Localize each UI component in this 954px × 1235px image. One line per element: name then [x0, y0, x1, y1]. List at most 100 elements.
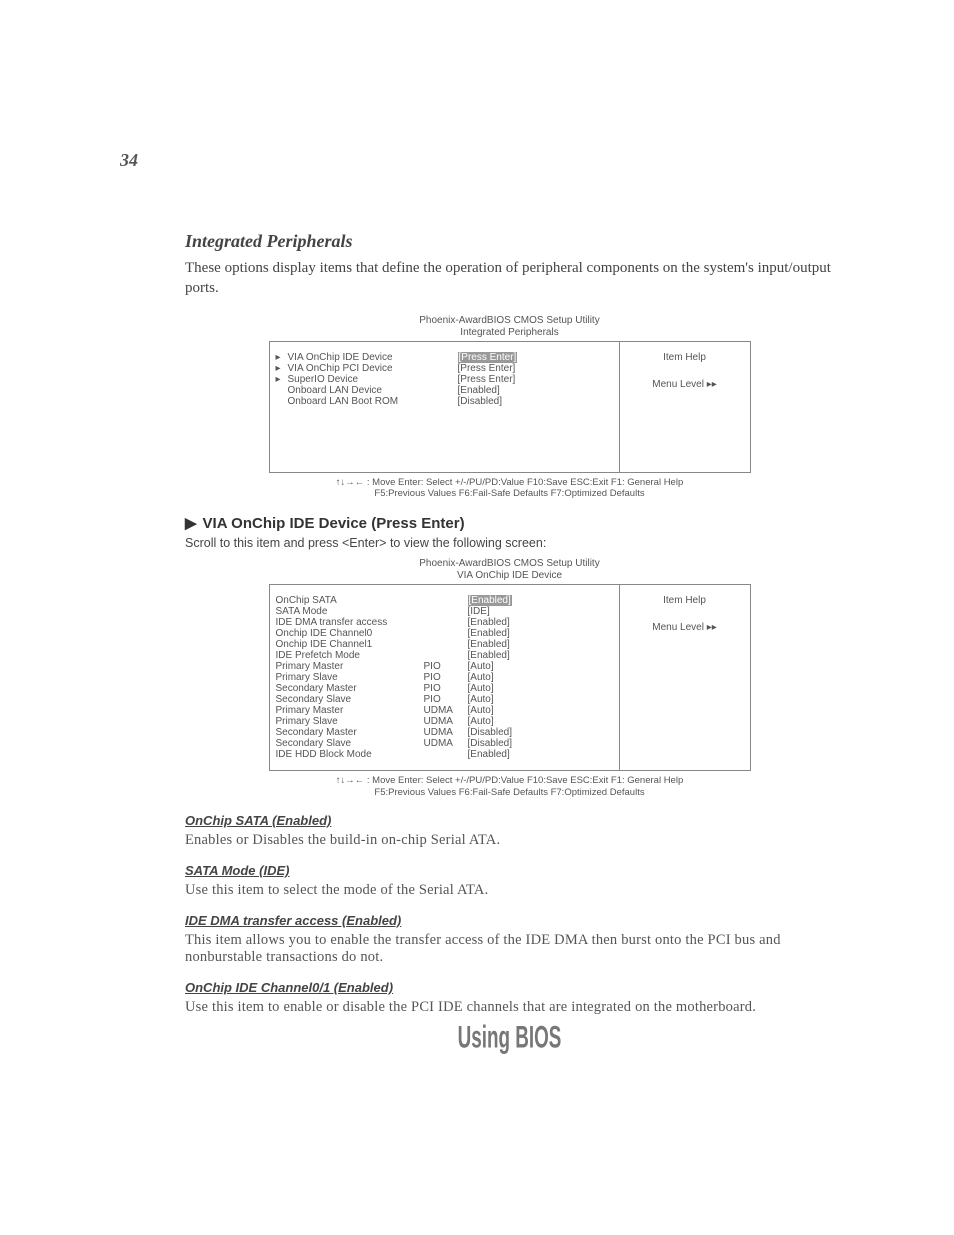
row-label: Onchip IDE Channel0 [276, 628, 424, 639]
row-sublabel [424, 617, 468, 628]
bios1-footer-l2: F5:Previous Values F6:Fail-Safe Defaults… [374, 488, 644, 499]
bios2-row: Secondary MasterUDMA[Disabled] [276, 727, 613, 738]
row-label: Secondary Master [276, 683, 424, 694]
bios2-row: IDE HDD Block Mode [Enabled] [276, 749, 613, 760]
sub-instruction: Scroll to this item and press <Enter> to… [185, 536, 834, 550]
bios1-right: Item Help Menu Level ▸▸ [620, 342, 750, 472]
row-value: [Auto] [468, 683, 494, 694]
triangle-icon: ▶ [185, 514, 197, 532]
option-text: Use this item to select the mode of the … [185, 882, 834, 899]
row-label: Primary Slave [276, 716, 424, 727]
row-value: [Auto] [468, 672, 494, 683]
bios1-row: ▸VIA OnChip IDE Device[Press Enter] [276, 352, 613, 363]
row-label: Primary Slave [276, 672, 424, 683]
row-value: [Enabled] [468, 595, 512, 606]
bios2-row: IDE DMA transfer access[Enabled] [276, 617, 613, 628]
bios2-caption-l1: Phoenix-AwardBIOS CMOS Setup Utility [419, 558, 599, 569]
row-sublabel [424, 639, 468, 650]
bios1-caption-l2: Integrated Peripherals [460, 327, 558, 338]
row-arrow-icon [276, 385, 288, 396]
bios2-row: Primary MasterUDMA[Auto] [276, 705, 613, 716]
row-arrow-icon: ▸ [276, 374, 288, 385]
bios2-box: OnChip SATA[Enabled]SATA Mode[IDE]IDE DM… [269, 584, 751, 771]
row-label: Primary Master [276, 705, 424, 716]
row-label: Onboard LAN Device [288, 385, 458, 396]
bios2-footer-l1: ↑↓→← : Move Enter: Select +/-/PU/PD:Valu… [336, 775, 684, 786]
bios1-row: ▸VIA OnChip PCI Device[Press Enter] [276, 363, 613, 374]
row-sublabel [424, 749, 468, 760]
row-label: SATA Mode [276, 606, 424, 617]
row-sublabel: UDMA [424, 716, 468, 727]
bios1-caption-l1: Phoenix-AwardBIOS CMOS Setup Utility [419, 315, 599, 326]
row-label: IDE HDD Block Mode [276, 749, 424, 760]
row-label: Onboard LAN Boot ROM [288, 396, 458, 407]
option-text: Enables or Disables the build-in on-chip… [185, 832, 834, 849]
bios2-caption: Phoenix-AwardBIOS CMOS Setup Utility VIA… [185, 558, 834, 582]
bios2-left: OnChip SATA[Enabled]SATA Mode[IDE]IDE DM… [270, 585, 620, 770]
row-sublabel: UDMA [424, 738, 468, 749]
bios2-right-title: Item Help [620, 595, 750, 606]
options-list: OnChip SATA (Enabled)Enables or Disables… [185, 813, 834, 1016]
option-text: This item allows you to enable the trans… [185, 932, 834, 966]
bios1-left: ▸VIA OnChip IDE Device[Press Enter]▸VIA … [270, 342, 620, 472]
footer-brand: Using BIOS [243, 1019, 775, 1055]
row-value: [Auto] [468, 705, 494, 716]
row-label: Secondary Slave [276, 694, 424, 705]
row-sublabel [424, 650, 468, 661]
row-label: VIA OnChip IDE Device [288, 352, 458, 363]
section-heading: Integrated Peripherals [185, 231, 834, 252]
row-value: [IDE] [468, 606, 490, 617]
row-label: Secondary Slave [276, 738, 424, 749]
bios1-footer: ↑↓→← : Move Enter: Select +/-/PU/PD:Valu… [270, 477, 750, 501]
bios1-footer-l1: ↑↓→← : Move Enter: Select +/-/PU/PD:Valu… [336, 477, 684, 488]
sub-heading: ▶ VIA OnChip IDE Device (Press Enter) [185, 514, 834, 532]
bios1-caption: Phoenix-AwardBIOS CMOS Setup Utility Int… [185, 315, 834, 339]
sub-heading-text: VIA OnChip IDE Device (Press Enter) [203, 515, 465, 532]
row-label: IDE DMA transfer access [276, 617, 424, 628]
bios2-row: Primary MasterPIO[Auto] [276, 661, 613, 672]
row-sublabel: PIO [424, 661, 468, 672]
row-value: [Enabled] [468, 628, 510, 639]
bios2-right: Item Help Menu Level ▸▸ [620, 585, 750, 770]
row-sublabel: PIO [424, 672, 468, 683]
row-value: [Disabled] [458, 396, 502, 407]
row-label: Onchip IDE Channel1 [276, 639, 424, 650]
row-sublabel [424, 606, 468, 617]
row-sublabel: UDMA [424, 727, 468, 738]
row-sublabel [424, 628, 468, 639]
row-value: [Press Enter] [458, 374, 516, 385]
bios2-right-level: Menu Level ▸▸ [620, 622, 750, 633]
row-label: Primary Master [276, 661, 424, 672]
row-label: Secondary Master [276, 727, 424, 738]
bios2-footer: ↑↓→← : Move Enter: Select +/-/PU/PD:Valu… [270, 775, 750, 799]
row-value: [Auto] [468, 661, 494, 672]
row-sublabel: UDMA [424, 705, 468, 716]
bios2-row: Primary SlavePIO[Auto] [276, 672, 613, 683]
bios2-caption-l2: VIA OnChip IDE Device [457, 570, 562, 581]
option-text: Use this item to enable or disable the P… [185, 999, 834, 1016]
row-sublabel: PIO [424, 694, 468, 705]
bios2-row: Primary SlaveUDMA[Auto] [276, 716, 613, 727]
bios2-row: Onchip IDE Channel1 [Enabled] [276, 639, 613, 650]
content: Integrated Peripherals These options dis… [120, 231, 834, 1051]
row-label: IDE Prefetch Mode [276, 650, 424, 661]
row-value: [Auto] [468, 716, 494, 727]
bios1-row: Onboard LAN Device[Enabled] [276, 385, 613, 396]
section-intro: These options display items that define … [185, 258, 834, 299]
bios2-row: Secondary SlaveUDMA[Disabled] [276, 738, 613, 749]
bios1-box: ▸VIA OnChip IDE Device[Press Enter]▸VIA … [269, 341, 751, 473]
bios1-row: Onboard LAN Boot ROM[Disabled] [276, 396, 613, 407]
row-value: [Enabled] [468, 639, 510, 650]
bios2-footer-l2: F5:Previous Values F6:Fail-Safe Defaults… [374, 787, 644, 798]
row-value: [Disabled] [468, 738, 512, 749]
bios2-row: Secondary SlavePIO[Auto] [276, 694, 613, 705]
row-label: OnChip SATA [276, 595, 424, 606]
row-value: [Enabled] [468, 749, 510, 760]
bios1-right-title: Item Help [620, 352, 750, 363]
row-arrow-icon: ▸ [276, 352, 288, 363]
row-arrow-icon: ▸ [276, 363, 288, 374]
row-sublabel: PIO [424, 683, 468, 694]
bios2-row: Onchip IDE Channel0 [Enabled] [276, 628, 613, 639]
bios1-right-level: Menu Level ▸▸ [620, 379, 750, 390]
bios2-row: IDE Prefetch Mode[Enabled] [276, 650, 613, 661]
